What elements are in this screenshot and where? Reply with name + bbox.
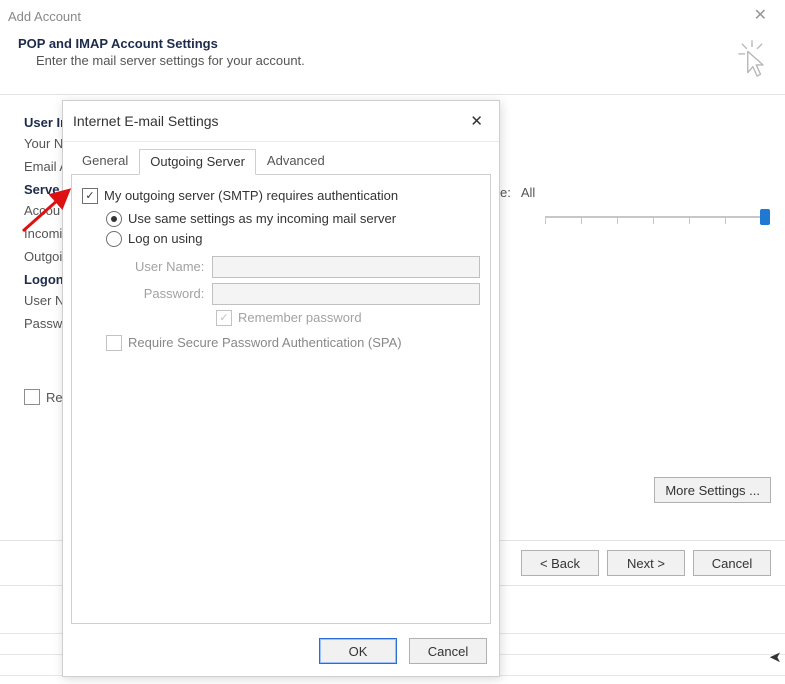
- radio-log-on-using-label: Log on using: [128, 231, 202, 246]
- label-acct-type: Accou: [24, 203, 60, 218]
- parent-header: POP and IMAP Account Settings Enter the …: [0, 32, 785, 94]
- require-spa-checkbox[interactable]: [24, 389, 40, 405]
- tab-general[interactable]: General: [71, 148, 139, 174]
- parent-titlebar: Add Account ✕: [0, 0, 785, 32]
- require-spa-checkbox[interactable]: Require Secure Password Authentication (…: [106, 335, 402, 351]
- label-your-name: Your N: [24, 136, 63, 151]
- radio-unselected-icon: [106, 231, 122, 247]
- radio-use-same[interactable]: Use same settings as my incoming mail se…: [106, 211, 396, 227]
- checkbox-checked-icon: ✓: [82, 188, 98, 204]
- mouse-pointer-icon: ➤: [769, 648, 782, 666]
- smtp-auth-checkbox[interactable]: ✓ My outgoing server (SMTP) requires aut…: [82, 188, 398, 204]
- dialog-tabstrip: General Outgoing Server Advanced: [63, 142, 499, 174]
- username-input[interactable]: [212, 256, 480, 278]
- cancel-button[interactable]: Cancel: [693, 550, 771, 576]
- smtp-auth-label: My outgoing server (SMTP) requires authe…: [104, 188, 398, 203]
- username-label: User Name:: [130, 259, 212, 274]
- tab-outgoing-server[interactable]: Outgoing Server: [139, 149, 256, 175]
- slider-thumb[interactable]: [760, 209, 770, 225]
- tab-advanced[interactable]: Advanced: [256, 148, 336, 174]
- password-label: Password:: [130, 286, 212, 301]
- label-username: User N: [24, 293, 64, 308]
- remember-password-label: Remember password: [238, 310, 362, 325]
- tab-page-outgoing: ✓ My outgoing server (SMTP) requires aut…: [71, 174, 491, 624]
- remember-password-checkbox[interactable]: ✓ Remember password: [216, 310, 362, 326]
- dialog-title: Internet E-mail Settings: [73, 113, 219, 129]
- require-spa-label: Require Secure Password Authentication (…: [128, 335, 402, 350]
- parent-close-icon[interactable]: ✕: [744, 0, 777, 32]
- dialog-close-icon[interactable]: ✕: [460, 112, 493, 130]
- parent-window-title: Add Account: [8, 9, 81, 24]
- radio-use-same-label: Use same settings as my incoming mail se…: [128, 211, 396, 226]
- ok-button[interactable]: OK: [319, 638, 397, 664]
- offline-slider[interactable]: [545, 216, 765, 218]
- radio-selected-icon: [106, 211, 122, 227]
- internet-email-settings-dialog: Internet E-mail Settings ✕ General Outgo…: [62, 100, 500, 677]
- password-input[interactable]: [212, 283, 480, 305]
- dialog-titlebar: Internet E-mail Settings ✕: [63, 101, 499, 142]
- back-button[interactable]: < Back: [521, 550, 599, 576]
- header-heading: POP and IMAP Account Settings: [18, 36, 305, 51]
- radio-log-on-using[interactable]: Log on using: [106, 231, 202, 247]
- header-subheading: Enter the mail server settings for your …: [36, 53, 305, 68]
- more-settings-button[interactable]: More Settings ...: [654, 477, 771, 503]
- offline-value: All: [521, 185, 535, 200]
- checkbox-unchecked-icon: [106, 335, 122, 351]
- next-button[interactable]: Next >: [607, 550, 685, 576]
- checkbox-checked-icon: ✓: [216, 310, 232, 326]
- label-incoming: Incomi: [24, 226, 62, 241]
- label-outgoing: Outgoi: [24, 249, 62, 264]
- click-cursor-icon: [735, 38, 769, 80]
- dialog-button-row: OK Cancel: [63, 624, 499, 676]
- dialog-cancel-button[interactable]: Cancel: [409, 638, 487, 664]
